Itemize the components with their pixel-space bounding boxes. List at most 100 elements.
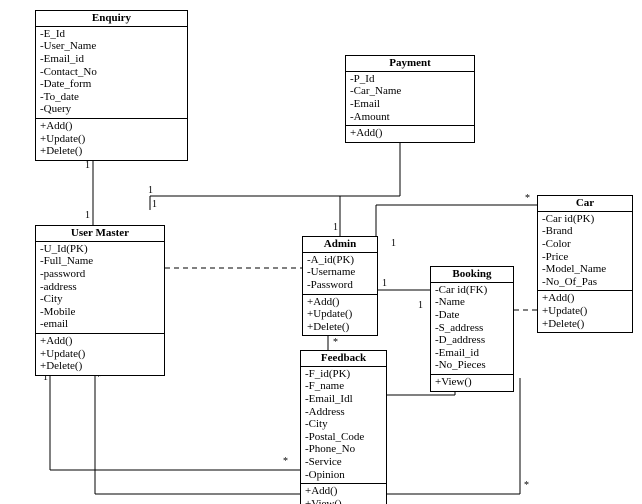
attr: -City <box>40 293 160 306</box>
class-feedback-title: Feedback <box>301 351 386 366</box>
class-usermaster-title: User Master <box>36 226 164 241</box>
attr: -No_Pieces <box>435 359 509 372</box>
mult-admin-feedback-many: * <box>333 337 338 348</box>
attr: -Contact_No <box>40 66 183 79</box>
class-enquiry-ops: +Add() +Update() +Delete() <box>36 118 187 160</box>
class-car-title: Car <box>538 196 632 211</box>
class-payment-ops: +Add() <box>346 125 474 142</box>
op: +Add() <box>542 292 628 305</box>
attr: -A_id(PK) <box>307 254 373 267</box>
op: +Update() <box>40 348 160 361</box>
mult-admin-1c: 1 <box>333 222 338 233</box>
op: +Update() <box>40 133 183 146</box>
mult-seg-1b: 1 <box>152 199 157 210</box>
attr: -Mobile <box>40 306 160 319</box>
attr: -Model_Name <box>542 263 628 276</box>
op: +Delete() <box>542 318 628 331</box>
class-car-ops: +Add() +Update() +Delete() <box>538 290 632 332</box>
attr: -City <box>305 418 382 431</box>
attr: -User_Name <box>40 40 183 53</box>
attr: -Email_id <box>435 347 509 360</box>
attr: -To_date <box>40 91 183 104</box>
op: +Add() <box>350 127 470 140</box>
op: +Delete() <box>40 145 183 158</box>
class-admin-attrs: -A_id(PK) -Username -Password <box>303 252 377 294</box>
op: +Add() <box>307 296 373 309</box>
mult-admin-booking-1: 1 <box>382 278 387 289</box>
mult-booking-path-many: * <box>524 480 529 491</box>
class-feedback-attrs: -F_id(PK) -F_name -Email_Idl -Address -C… <box>301 366 386 484</box>
op: +Delete() <box>40 360 160 373</box>
attr: -Date <box>435 309 509 322</box>
attr: -Car id(PK) <box>542 213 628 226</box>
attr: -E_Id <box>40 28 183 41</box>
attr: -address <box>40 281 160 294</box>
class-admin: Admin -A_id(PK) -Username -Password +Add… <box>302 236 378 336</box>
mult-car-many: * <box>525 193 530 204</box>
attr: -Phone_No <box>305 443 382 456</box>
attr: -F_id(PK) <box>305 368 382 381</box>
mult-admin-1b: 1 <box>391 238 396 249</box>
attr: -No_Of_Pas <box>542 276 628 289</box>
class-booking-ops: +View() <box>431 374 513 391</box>
class-booking: Booking -Car id(FK) -Name -Date -S_addre… <box>430 266 514 392</box>
attr: -P_Id <box>350 73 470 86</box>
attr: -Brand <box>542 225 628 238</box>
attr: -Price <box>542 251 628 264</box>
attr: -Email_Idl <box>305 393 382 406</box>
attr: -Username <box>307 266 373 279</box>
class-usermaster: User Master -U_Id(PK) -Full_Name -passwo… <box>35 225 165 376</box>
mult-booking-1: 1 <box>418 300 423 311</box>
attr: -email <box>40 318 160 331</box>
mult-usermaster-1a: 1 <box>85 210 90 221</box>
op: +View() <box>435 376 509 389</box>
mult-feedback-manyA: * <box>283 456 288 467</box>
class-admin-title: Admin <box>303 237 377 252</box>
class-feedback: Feedback -F_id(PK) -F_name -Email_Idl -A… <box>300 350 387 504</box>
attr: -Opinion <box>305 469 382 482</box>
attr: -Postal_Code <box>305 431 382 444</box>
attr: -Query <box>40 103 183 116</box>
attr: -Full_Name <box>40 255 160 268</box>
attr: -Name <box>435 296 509 309</box>
attr: -Car_Name <box>350 85 470 98</box>
class-usermaster-attrs: -U_Id(PK) -Full_Name -password -address … <box>36 241 164 333</box>
attr: -Password <box>307 279 373 292</box>
class-enquiry-title: Enquiry <box>36 11 187 26</box>
class-usermaster-ops: +Add() +Update() +Delete() <box>36 333 164 375</box>
attr: -U_Id(PK) <box>40 243 160 256</box>
class-booking-title: Booking <box>431 267 513 282</box>
class-car-attrs: -Car id(PK) -Brand -Color -Price -Model_… <box>538 211 632 291</box>
op: +Update() <box>542 305 628 318</box>
class-car: Car -Car id(PK) -Brand -Color -Price -Mo… <box>537 195 633 333</box>
uml-class-diagram: { "classes": { "enquiry": { "title": "En… <box>0 0 642 504</box>
op: +View() <box>305 498 382 504</box>
class-enquiry-attrs: -E_Id -User_Name -Email_id -Contact_No -… <box>36 26 187 118</box>
mult-enquiry-1: 1 <box>85 160 90 171</box>
attr: -Email_id <box>40 53 183 66</box>
op: +Update() <box>307 308 373 321</box>
class-payment-title: Payment <box>346 56 474 71</box>
class-feedback-ops: +Add() +View() +Delete() <box>301 483 386 504</box>
attr: -Email <box>350 98 470 111</box>
op: +Add() <box>40 120 183 133</box>
attr: -F_name <box>305 380 382 393</box>
attr: -D_address <box>435 334 509 347</box>
attr: -Service <box>305 456 382 469</box>
class-enquiry: Enquiry -E_Id -User_Name -Email_id -Cont… <box>35 10 188 161</box>
attr: -Address <box>305 406 382 419</box>
op: +Add() <box>305 485 382 498</box>
op: +Add() <box>40 335 160 348</box>
attr: -S_address <box>435 322 509 335</box>
mult-seg-1a: 1 <box>148 185 153 196</box>
class-booking-attrs: -Car id(FK) -Name -Date -S_address -D_ad… <box>431 282 513 374</box>
attr: -password <box>40 268 160 281</box>
attr: -Color <box>542 238 628 251</box>
op: +Delete() <box>307 321 373 334</box>
class-payment-attrs: -P_Id -Car_Name -Email -Amount <box>346 71 474 126</box>
attr: -Car id(FK) <box>435 284 509 297</box>
attr: -Date_form <box>40 78 183 91</box>
class-admin-ops: +Add() +Update() +Delete() <box>303 294 377 336</box>
class-payment: Payment -P_Id -Car_Name -Email -Amount +… <box>345 55 475 143</box>
attr: -Amount <box>350 111 470 124</box>
